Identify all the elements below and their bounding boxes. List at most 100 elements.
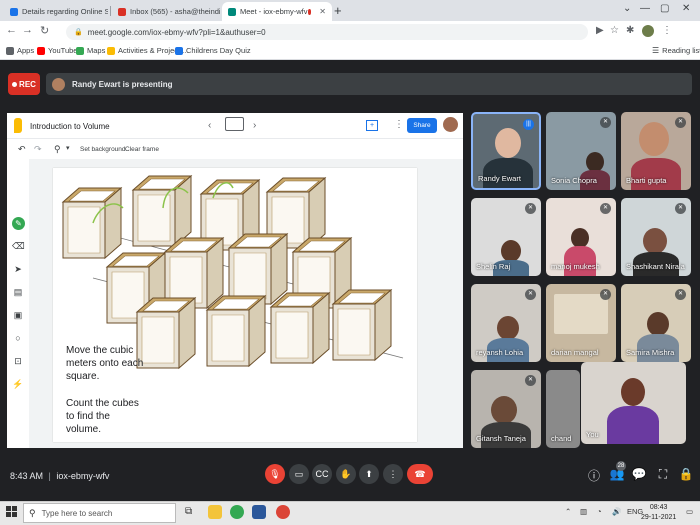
extensions-icon[interactable]: ✱ (626, 25, 634, 36)
self-name: You (586, 430, 599, 439)
participant-name: darian mangal (551, 348, 599, 357)
reading-list-icon: ☰ (652, 46, 660, 55)
laser-tool-icon[interactable]: ⚡ (12, 379, 24, 390)
tray-overflow-icon[interactable]: ⌃ (565, 507, 571, 516)
more-options-button[interactable]: ⋮ (383, 464, 403, 484)
lock-icon: 🔒 (74, 29, 83, 36)
share-button[interactable]: Share (407, 118, 437, 133)
meeting-details-icon[interactable]: ⓘ (586, 467, 602, 484)
profile-avatar[interactable] (642, 25, 654, 37)
separator: | (48, 471, 51, 481)
bookmark-maps[interactable]: Maps (76, 46, 105, 55)
participant-tile[interactable]: ✕ darian mangal (546, 284, 616, 362)
docs-favicon-icon (10, 7, 18, 16)
participant-tile[interactable]: chand (546, 370, 580, 448)
bookmark-label: Childrens Day Quiz (186, 46, 251, 55)
participant-tile[interactable]: ✕ Sonia Chopra (546, 112, 616, 190)
participant-tile[interactable]: ✕ Samira Mishra (621, 284, 691, 362)
participant-tile[interactable]: ✕ Bharti gupta (621, 112, 691, 190)
sticky-note-icon[interactable]: ▤ (12, 287, 24, 298)
taskbar-search[interactable]: ⚲ Type here to search (23, 503, 176, 523)
task-view-icon[interactable]: ⧉ (185, 505, 199, 519)
present-button[interactable]: ⬆ (359, 464, 379, 484)
participant-tile[interactable]: ✕ reyansh Lohia (471, 284, 541, 362)
bookmark-star-icon[interactable]: ☆ (610, 25, 619, 36)
undo-icon[interactable]: ↶ (18, 144, 26, 155)
forward-arrow-icon[interactable]: → (22, 24, 33, 36)
account-avatar[interactable] (443, 117, 458, 132)
file-explorer-icon[interactable] (208, 505, 222, 519)
browser-tab[interactable]: Inbox (565) - asha@theindiansch ✕ (112, 2, 220, 21)
pen-tool-icon[interactable]: ✎ (12, 217, 25, 230)
chevron-down-icon[interactable]: ⌄ (623, 3, 631, 14)
add-frame-icon[interactable]: + (366, 120, 378, 131)
chat-icon[interactable]: 💬 (631, 467, 647, 481)
participant-name: Randy Ewart (478, 174, 521, 183)
image-tool-icon[interactable]: ▣ (12, 310, 24, 321)
volume-icon[interactable]: 🔊 (612, 507, 621, 516)
participant-tile[interactable]: ✕ Gitansh Taneja (471, 370, 541, 448)
slide-more-icon[interactable]: ⋮ (394, 119, 404, 130)
set-background-button[interactable]: Set background (80, 146, 126, 153)
rec-label: REC (19, 79, 36, 89)
reload-icon[interactable]: ↻ (40, 24, 49, 37)
raise-hand-button[interactable]: ✋ (336, 464, 356, 484)
shape-tool-icon[interactable]: ○ (12, 333, 24, 343)
participant-tile[interactable]: ✕ Shashikant Nirala (621, 198, 691, 276)
browser-tab-active[interactable]: Meet - iox-ebmy-wfv ✕ (222, 2, 332, 21)
leave-call-button[interactable]: ☎ (407, 464, 433, 484)
record-dot-icon (12, 81, 18, 87)
address-bar[interactable]: 🔒 meet.google.com/iox-ebmy-wfv?pli=1&aut… (66, 24, 588, 40)
participant-tile[interactable]: ✕ manoj mukesh (546, 198, 616, 276)
windows-start-icon[interactable] (6, 506, 17, 517)
notifications-icon[interactable]: ▭ (686, 507, 693, 516)
captions-button[interactable]: CC (312, 464, 332, 484)
bookmark-apps[interactable]: Apps (6, 46, 34, 55)
eraser-tool-icon[interactable]: ⌫ (12, 241, 25, 252)
reading-list-button[interactable]: ☰ Reading list (652, 46, 700, 55)
text-box-icon[interactable]: ⊡ (12, 356, 24, 367)
chrome-active-icon[interactable] (276, 505, 290, 519)
participant-tile[interactable]: ✕ Shelin Raj (471, 198, 541, 276)
participant-name: Gitansh Taneja (476, 434, 526, 443)
camera-permission-icon[interactable]: ▶ (596, 25, 604, 36)
meeting-time: 8:43 AM (10, 471, 44, 481)
camera-button[interactable]: ▭ (289, 464, 309, 484)
microphone-off-button[interactable]: 🎙 (265, 464, 285, 484)
zoom-icon[interactable]: ⚲ (54, 144, 61, 155)
participant-video (495, 128, 521, 158)
close-tab-icon[interactable]: ✕ (315, 7, 326, 16)
more-menu-icon[interactable]: ⋮ (662, 25, 672, 36)
previous-frame-icon[interactable]: ‹ (208, 120, 211, 131)
network-icon[interactable]: ▥ (580, 507, 587, 516)
participant-name: reyansh Lohia (476, 348, 524, 357)
close-window-icon[interactable]: ✕ (682, 3, 690, 14)
participant-tile[interactable]: ||| Randy Ewart (471, 112, 541, 190)
self-view-tile[interactable]: You (581, 362, 686, 444)
participant-video (621, 378, 645, 406)
bookmark-youtube[interactable]: YouTube (37, 46, 77, 55)
wifi-icon[interactable]: ◔ (597, 507, 602, 516)
system-clock[interactable]: 08:43 29-11-2021 (641, 503, 676, 523)
browser-tab[interactable]: Details regarding Online Session ✕ (4, 2, 108, 21)
instruction-move-cubes: Move the cubic meters onto each square. (66, 345, 144, 382)
frame-thumbnail[interactable] (225, 117, 244, 131)
minimize-icon[interactable]: — (640, 3, 650, 14)
back-arrow-icon[interactable]: ← (6, 24, 17, 36)
participant-video (571, 228, 589, 248)
new-tab-button[interactable]: + (334, 3, 342, 18)
select-tool-icon[interactable]: ➤ (12, 264, 24, 275)
next-frame-icon[interactable]: › (253, 120, 256, 131)
mic-muted-icon: ✕ (675, 117, 686, 128)
maximize-icon[interactable]: ▢ (660, 3, 669, 14)
word-icon[interactable] (252, 505, 266, 519)
participant-video (491, 396, 517, 424)
jamboard-canvas[interactable]: Move the cubic meters onto each square. … (53, 168, 417, 442)
host-controls-icon[interactable]: 🔒 (678, 467, 694, 481)
redo-icon[interactable]: ↷ (34, 144, 42, 155)
chrome-icon[interactable] (230, 505, 244, 519)
clear-frame-button[interactable]: Clear frame (125, 146, 159, 153)
zoom-dropdown-icon[interactable]: ▾ (66, 144, 70, 152)
bookmark-childrens-day-quiz[interactable]: Childrens Day Quiz (175, 46, 251, 55)
activities-icon[interactable]: ⛶ (655, 467, 671, 482)
